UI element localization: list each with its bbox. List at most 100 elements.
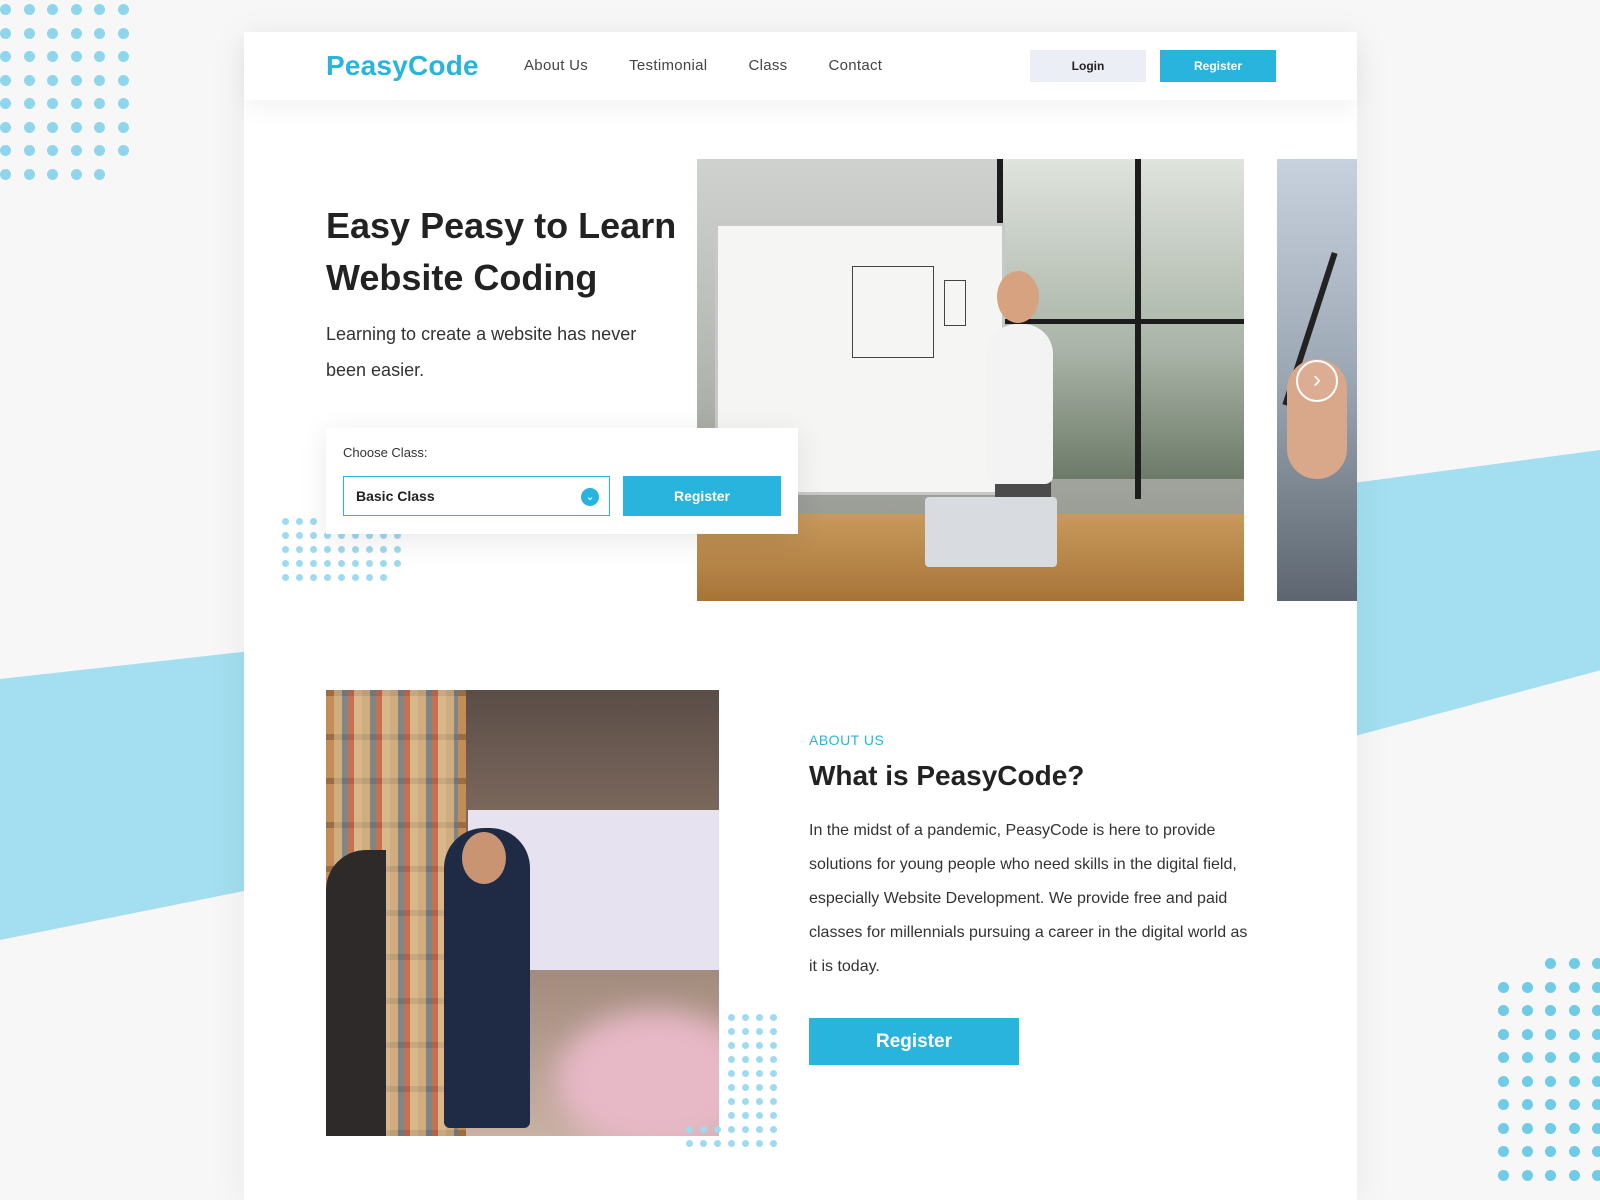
decor-dot	[756, 1028, 763, 1035]
decor-dot	[70, 121, 82, 133]
nav-link-about-us[interactable]: About Us	[524, 57, 588, 74]
decor-dot	[70, 4, 82, 15]
decor-dot	[282, 574, 289, 581]
decor-dot	[1521, 981, 1533, 993]
nav-link-contact[interactable]: Contact	[828, 57, 882, 74]
decor-dot	[1568, 1005, 1580, 1016]
photo-frame	[997, 319, 1244, 324]
class-select[interactable]: Basic Class ⌄	[343, 476, 610, 516]
dot-pattern-bottom-right	[1498, 958, 1600, 1181]
photo-person	[987, 324, 1053, 484]
decor-dot	[94, 4, 105, 15]
decor-dot	[94, 145, 105, 156]
decor-dot	[0, 98, 11, 109]
decor-dot	[338, 546, 345, 553]
decor-dot	[47, 74, 58, 86]
decor-dot	[1592, 981, 1600, 993]
decor-dot	[728, 1056, 735, 1063]
decor-dot	[728, 1028, 735, 1035]
about-description: In the midst of a pandemic, PeasyCode is…	[809, 822, 1248, 975]
decor-dot	[1592, 1146, 1600, 1157]
decor-dot	[742, 1056, 749, 1063]
decor-dot	[296, 532, 303, 539]
decor-dot	[1521, 1146, 1533, 1157]
decor-dot	[117, 98, 129, 109]
decor-dot	[94, 168, 105, 180]
nav-link-class[interactable]: Class	[748, 57, 787, 74]
decor-dot	[1521, 1169, 1533, 1181]
decor-dot	[0, 74, 11, 86]
decor-dot	[1521, 1052, 1533, 1063]
decor-dot	[1568, 1028, 1580, 1040]
decor-dot	[0, 4, 11, 15]
decor-dot	[770, 1042, 777, 1049]
decor-dot	[70, 145, 82, 156]
decor-dot	[47, 27, 58, 39]
navbar: PeasyCode About Us Testimonial Class Con…	[244, 32, 1357, 100]
decor-dot	[1521, 1099, 1533, 1110]
chevron-right-icon[interactable]: ›	[1296, 360, 1338, 402]
nav-register-button[interactable]: Register	[1160, 50, 1276, 82]
decor-dot	[1568, 1146, 1580, 1157]
decor-dot	[1498, 1146, 1509, 1157]
decor-dot	[94, 27, 105, 39]
decor-dot	[296, 574, 303, 581]
decor-dot	[366, 546, 373, 553]
decor-dot	[117, 27, 129, 39]
decor-dot	[742, 1126, 749, 1133]
decor-dot	[1498, 981, 1509, 993]
decor-dot	[686, 1126, 693, 1133]
about-register-button[interactable]: Register	[809, 1018, 1019, 1065]
decor-dot	[756, 1098, 763, 1105]
decor-dot	[1592, 1075, 1600, 1087]
decor-dot	[47, 51, 58, 62]
about-photo-presenter	[326, 690, 719, 1136]
decor-dot	[338, 560, 345, 567]
decor-dot	[742, 1070, 749, 1077]
decor-dot	[1592, 1099, 1600, 1110]
decor-dot	[756, 1042, 763, 1049]
photo-audience	[326, 850, 386, 1136]
decor-dot	[1521, 1028, 1533, 1040]
decor-dot	[282, 518, 289, 525]
decor-dot	[0, 121, 11, 133]
about-title: What is PeasyCode?	[809, 760, 1085, 791]
login-button[interactable]: Login	[1030, 50, 1146, 82]
decor-dot	[352, 546, 359, 553]
decor-dot	[117, 51, 129, 62]
logo[interactable]: PeasyCode	[326, 50, 479, 82]
decor-dot	[756, 1056, 763, 1063]
decor-dot	[117, 121, 129, 133]
nav-link-testimonial[interactable]: Testimonial	[629, 57, 707, 74]
decor-dot	[1545, 958, 1556, 969]
photo-sketch	[852, 266, 934, 358]
decor-dot	[700, 1126, 707, 1133]
decor-dot	[742, 1140, 749, 1147]
decor-dot	[770, 1070, 777, 1077]
decor-dot	[394, 560, 401, 567]
decor-dot	[70, 27, 82, 39]
decor-dot	[23, 121, 35, 133]
decor-dot	[310, 518, 317, 525]
dot-pattern-top-left	[0, 4, 129, 180]
decor-dot	[1568, 1169, 1580, 1181]
decor-dot	[1498, 1075, 1509, 1087]
decor-dot	[1592, 1028, 1600, 1040]
decor-dot	[296, 518, 303, 525]
decor-dot	[324, 560, 331, 567]
class-select-value: Basic Class	[356, 488, 435, 504]
decor-dot	[0, 145, 11, 156]
class-register-button[interactable]: Register	[623, 476, 781, 516]
decor-dot	[1545, 1122, 1556, 1134]
decor-dot	[47, 121, 58, 133]
decor-dot	[47, 145, 58, 156]
choose-class-panel: Choose Class: Basic Class ⌄ Register	[326, 428, 798, 534]
decor-dot	[94, 98, 105, 109]
decor-dot	[1568, 1052, 1580, 1063]
decor-dot	[770, 1056, 777, 1063]
decor-dot	[296, 546, 303, 553]
decor-dot	[728, 1098, 735, 1105]
photo-laptop	[925, 497, 1057, 567]
dot-pattern-about	[672, 1014, 777, 1147]
decor-dot	[338, 574, 345, 581]
